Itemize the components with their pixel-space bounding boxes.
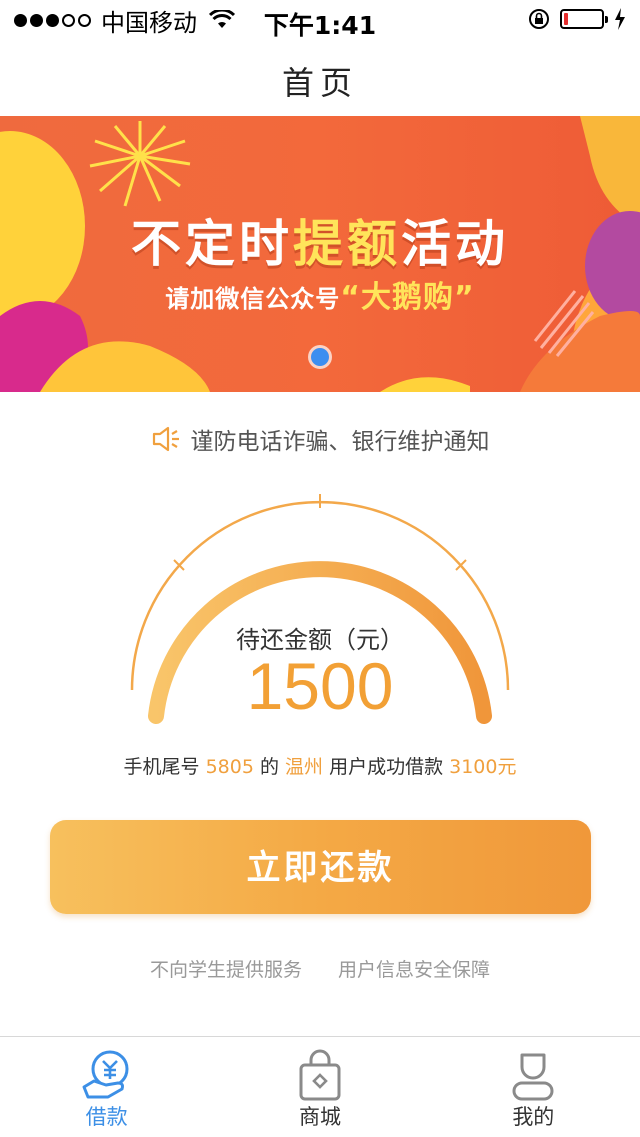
tab-mall[interactable]: 商城	[213, 1037, 426, 1137]
repay-now-button[interactable]: 立即还款	[50, 820, 591, 914]
tab-loan[interactable]: 借款	[0, 1037, 213, 1137]
no-students-note: 不向学生提供服务	[149, 959, 302, 981]
tab-bar: 借款 商城 我的	[0, 1036, 640, 1137]
banner-subtitle: 请加微信公众号“大鹅购”	[165, 280, 475, 315]
nav-bar: 首页	[0, 40, 640, 116]
status-bar: 中国移动 下午1:41	[0, 0, 640, 40]
tab-loan-label: 借款	[85, 1105, 128, 1129]
loan-ticker: 手机尾号 5805 的 温州 用户成功借款 3100元	[123, 756, 517, 778]
charging-icon	[615, 8, 625, 30]
shopping-bag-icon	[299, 1049, 341, 1101]
profile-icon	[512, 1053, 554, 1101]
carousel-indicator[interactable]	[311, 348, 329, 366]
notice-bar[interactable]: 谨防电话诈骗、银行维护通知	[0, 422, 640, 456]
tab-mall-label: 商城	[298, 1105, 341, 1129]
security-note: 用户信息安全保障	[338, 959, 491, 981]
banner-title: 不定时提额活动	[131, 215, 509, 273]
amount-due: 1500	[246, 649, 394, 723]
notice-text: 谨防电话诈骗、银行维护通知	[190, 429, 490, 455]
loan-icon	[82, 1050, 129, 1099]
page-title: 首页	[281, 64, 358, 102]
status-right	[528, 8, 626, 30]
footer-notes: 不向学生提供服务 用户信息安全保障	[0, 955, 640, 982]
speaker-icon	[152, 426, 179, 452]
tab-mine[interactable]: 我的	[427, 1037, 640, 1137]
rotation-lock-icon	[529, 9, 549, 29]
battery-icon	[560, 9, 608, 29]
tab-mine-label: 我的	[512, 1105, 555, 1129]
promo-banner[interactable]: 不定时提额活动 请加微信公众号“大鹅购”	[0, 116, 640, 392]
